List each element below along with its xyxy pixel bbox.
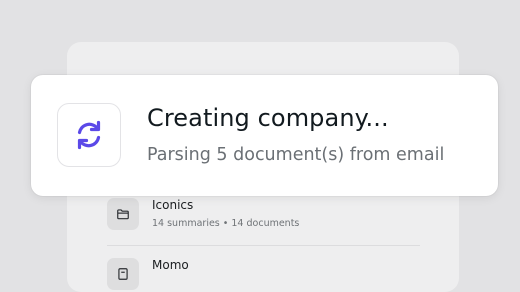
toast-title: Creating company...: [147, 104, 389, 132]
folder-icon: [107, 198, 139, 230]
company-list-item[interactable]: Momo: [107, 258, 420, 292]
refresh-icon: [57, 103, 121, 167]
company-meta: 14 summaries • 14 documents: [152, 218, 300, 229]
list-divider: [107, 245, 420, 246]
company-name: Iconics: [152, 198, 194, 212]
company-name: Momo: [152, 258, 189, 272]
document-icon: [107, 258, 139, 290]
company-list-item[interactable]: Iconics 14 summaries • 14 documents: [107, 198, 420, 232]
progress-toast: Creating company... Parsing 5 document(s…: [31, 75, 498, 196]
toast-subtitle: Parsing 5 document(s) from email: [147, 145, 445, 165]
